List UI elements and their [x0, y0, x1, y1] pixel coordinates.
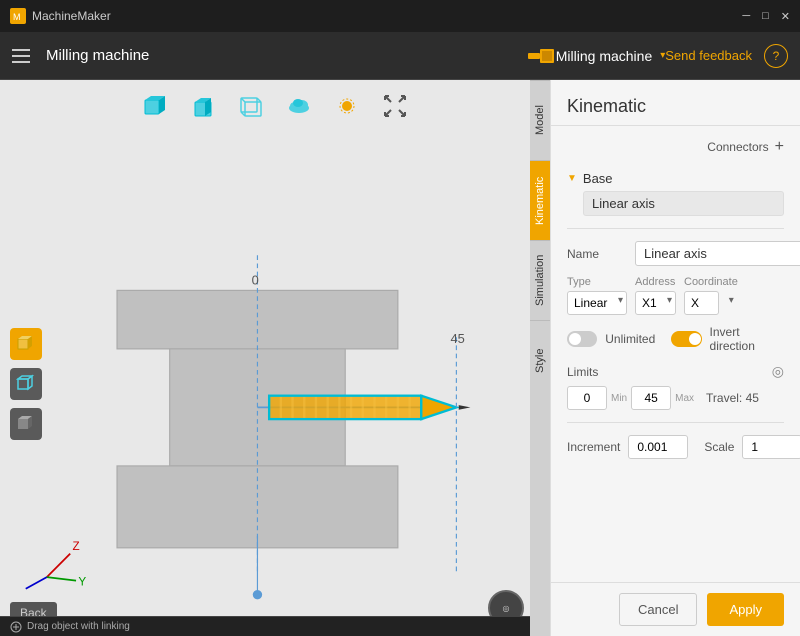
menu-button[interactable]: [12, 49, 30, 63]
connectors-label: Connectors: [707, 140, 768, 154]
add-connector-button[interactable]: +: [775, 138, 784, 156]
apply-button[interactable]: Apply: [707, 593, 784, 626]
panel-footer: Cancel Apply: [551, 582, 800, 636]
tab-simulation[interactable]: Simulation: [530, 240, 550, 320]
viewport-3d[interactable]: 0 45 Z Y Back ◎ 1.7.0.0-5.0.0: [0, 132, 550, 636]
tree: ▼ Base Linear axis: [567, 168, 784, 216]
coordinate-select-wrapper: X: [684, 291, 738, 315]
limits-header-row: Limits ◎: [567, 363, 784, 380]
limits-inputs: Min Max Travel: 45: [567, 386, 784, 410]
tree-expand-icon: ▼: [567, 173, 577, 184]
close-btn[interactable]: ✕: [781, 10, 790, 23]
cube-front-icon[interactable]: [187, 90, 219, 122]
tab-model[interactable]: Model: [530, 80, 550, 160]
right-panel: Kinematic Connectors + ▼ Base Linear axi…: [550, 80, 800, 636]
min-label: Min: [611, 393, 627, 404]
tab-kinematic[interactable]: Kinematic: [530, 160, 550, 240]
window-title: MachineMaker: [32, 9, 742, 23]
name-input[interactable]: [635, 241, 800, 266]
min-input[interactable]: [567, 386, 607, 410]
connectors-row: Connectors +: [567, 138, 784, 156]
feedback-button[interactable]: Send feedback: [665, 48, 752, 63]
limits-target-icon[interactable]: ◎: [772, 363, 784, 380]
cube-solid-icon[interactable]: [10, 408, 42, 440]
toolbar-machine-name: Milling machine: [556, 48, 652, 64]
address-group: Address X1: [635, 276, 676, 315]
machine-viewport: 0 45 Z Y: [0, 132, 550, 636]
tree-base-item[interactable]: ▼ Base: [567, 168, 784, 189]
address-label: Address: [635, 276, 676, 288]
svg-text:45: 45: [451, 331, 465, 346]
scale-input[interactable]: [742, 435, 800, 459]
type-group: Type Linear: [567, 276, 627, 315]
increment-input[interactable]: [628, 435, 688, 459]
light-icon[interactable]: [331, 90, 363, 122]
svg-text:Y: Y: [78, 575, 86, 588]
unlimited-toggle[interactable]: [567, 331, 597, 347]
limits-label: Limits: [567, 365, 772, 379]
help-button[interactable]: ?: [764, 44, 788, 68]
view-toolbar: [0, 80, 550, 132]
type-select[interactable]: Linear: [567, 291, 627, 315]
coordinate-group: Coordinate X: [684, 276, 738, 315]
tree-axis-item[interactable]: Linear axis: [583, 191, 784, 216]
expand-icon[interactable]: [379, 90, 411, 122]
minimize-btn[interactable]: ─: [742, 10, 750, 23]
compass-label: ◎: [503, 604, 510, 613]
panel-title: Kinematic: [567, 96, 646, 116]
address-select-wrapper: X1: [635, 291, 676, 315]
cloud-icon[interactable]: [283, 90, 315, 122]
svg-text:Z: Z: [73, 540, 80, 553]
left-strip: [10, 328, 42, 440]
unlimited-label: Unlimited: [605, 332, 655, 346]
cube-3d-icon[interactable]: [10, 328, 42, 360]
app-icon: M: [10, 8, 26, 24]
max-label: Max: [675, 393, 694, 404]
app-title: Milling machine: [46, 47, 526, 64]
type-select-wrapper: Linear: [567, 291, 627, 315]
tree-sub: Linear axis: [567, 191, 784, 216]
window-controls[interactable]: ─ □ ✕: [742, 10, 790, 23]
title-bar: M MachineMaker ─ □ ✕: [0, 0, 800, 32]
address-select[interactable]: X1: [635, 291, 676, 315]
svg-text:M: M: [13, 12, 21, 22]
cube-back-icon[interactable]: [235, 90, 267, 122]
machine-icon: [526, 45, 556, 67]
panel-header: Kinematic: [551, 80, 800, 126]
coordinate-select[interactable]: X: [684, 291, 719, 315]
coordinate-label: Coordinate: [684, 276, 738, 288]
status-bar: Drag object with linking: [0, 616, 550, 636]
maximize-btn[interactable]: □: [762, 10, 769, 23]
invert-label: Invert direction: [710, 325, 784, 353]
viewport-area: 0 45 Z Y Back ◎ 1.7.0.0-5.0.0: [0, 80, 550, 636]
app-toolbar: Milling machine Milling machine ▾ Send f…: [0, 32, 800, 80]
max-input[interactable]: [631, 386, 671, 410]
cancel-button[interactable]: Cancel: [619, 593, 697, 626]
toggle-row: Unlimited Invert direction: [567, 325, 784, 353]
svg-text:0: 0: [252, 273, 259, 288]
status-text: Drag object with linking: [27, 621, 130, 632]
type-address-coord-row: Type Linear Address X1: [567, 276, 784, 315]
main-layout: 0 45 Z Y Back ◎ 1.7.0.0-5.0.0: [0, 80, 800, 636]
side-tabs: Model Kinematic Simulation Style: [530, 80, 550, 636]
tree-base-label: Base: [583, 171, 613, 186]
scale-label: Scale: [704, 440, 734, 454]
toolbar-center: Milling machine ▾: [526, 45, 666, 67]
panel-body: Connectors + ▼ Base Linear axis Name: [551, 126, 800, 582]
name-label: Name: [567, 247, 627, 261]
name-field-row: Name ...: [567, 241, 784, 266]
tab-style[interactable]: Style: [530, 320, 550, 400]
cube-all-icon[interactable]: [139, 90, 171, 122]
divider-2: [567, 422, 784, 423]
divider-1: [567, 228, 784, 229]
invert-toggle[interactable]: [671, 331, 701, 347]
cube-wire-icon[interactable]: [10, 368, 42, 400]
type-label: Type: [567, 276, 627, 288]
travel-text: Travel: 45: [706, 391, 759, 405]
increment-row: Increment Scale: [567, 435, 784, 459]
increment-label: Increment: [567, 440, 620, 454]
tree-axis-label: Linear axis: [592, 196, 655, 211]
